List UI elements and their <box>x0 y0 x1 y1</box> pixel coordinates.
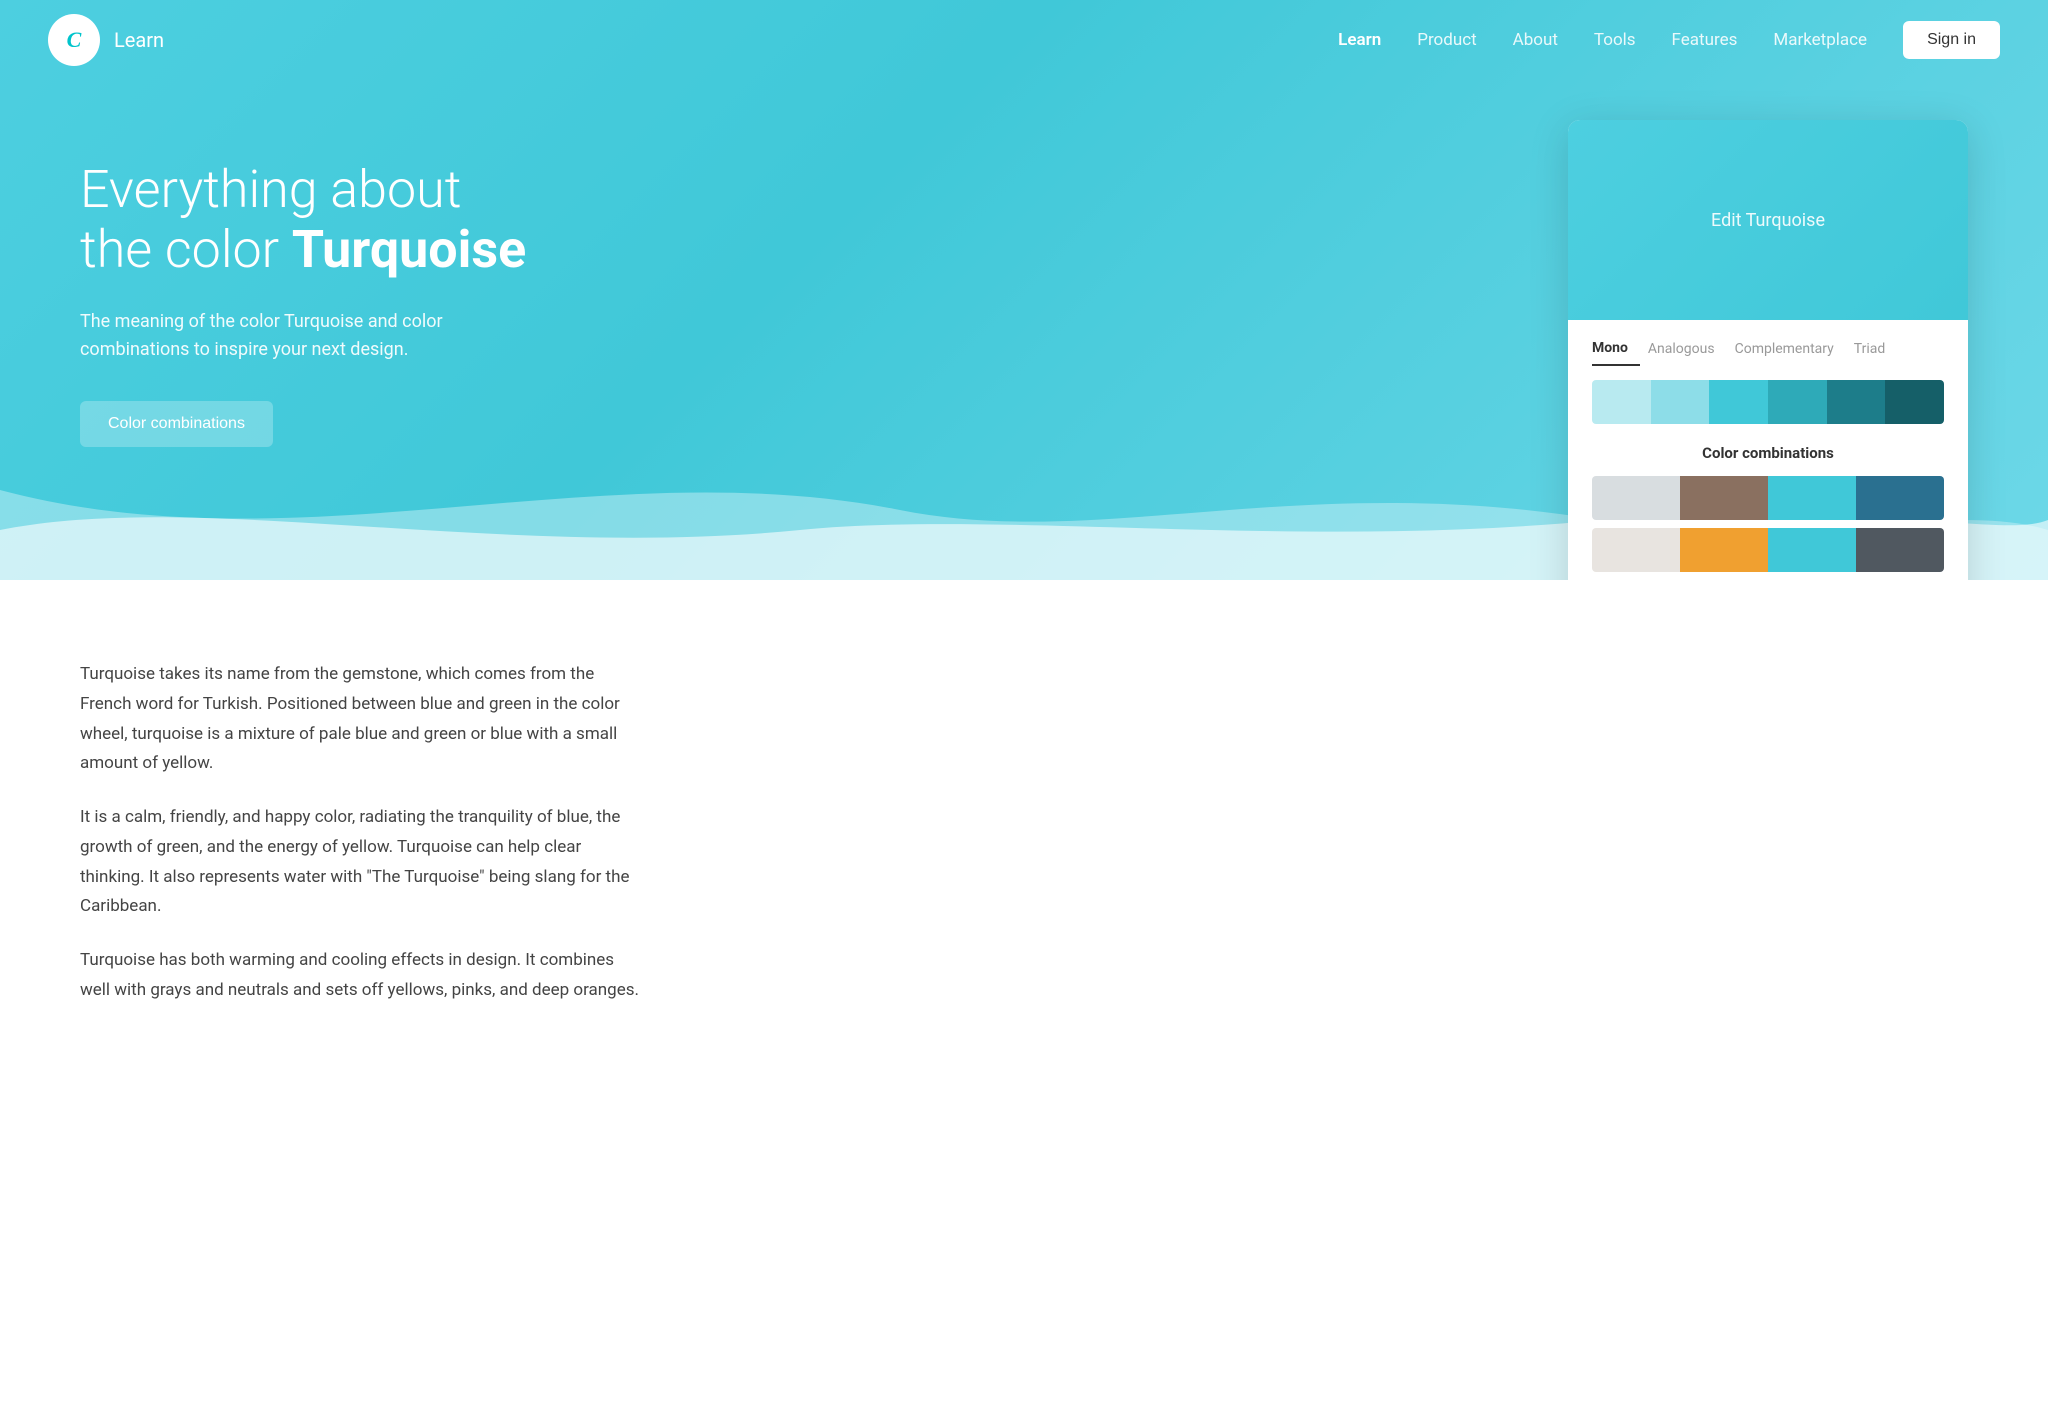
article-section: Turquoise takes its name from the gemsto… <box>0 580 720 1090</box>
mono-swatch-2 <box>1651 380 1710 424</box>
article-paragraph-3: Turquoise has both warming and cooling e… <box>80 946 640 1006</box>
tab-mono[interactable]: Mono <box>1592 340 1640 366</box>
nav-item-marketplace[interactable]: Marketplace <box>1773 30 1867 50</box>
nav-item-about[interactable]: About <box>1513 30 1558 50</box>
mono-tabs: Mono Analogous Complementary Triad <box>1592 340 1944 366</box>
logo-text: C <box>67 27 82 53</box>
nav-item-features[interactable]: Features <box>1672 30 1738 50</box>
hero-title-line1: Everything about <box>80 159 461 220</box>
color-card: Edit Turquoise Mono Analogous Complement… <box>1568 120 1968 580</box>
combo-1-swatch-1 <box>1592 476 1680 520</box>
mono-swatch-4 <box>1768 380 1827 424</box>
combo-1-swatch-3 <box>1768 476 1856 520</box>
combo-title: Color combinations <box>1592 444 1944 462</box>
nav-item-product[interactable]: Product <box>1417 30 1476 50</box>
nav-item-learn[interactable]: Learn <box>1338 30 1381 50</box>
combo-2-swatch-4 <box>1856 528 1944 572</box>
article-paragraph-2: It is a calm, friendly, and happy color,… <box>80 803 640 922</box>
combo-2-swatch-2 <box>1680 528 1768 572</box>
logo-learn-label: Learn <box>114 28 164 52</box>
logo-area: C Learn <box>48 14 164 66</box>
combo-row-1 <box>1592 476 1944 520</box>
hero-title: Everything about the color Turquoise <box>80 160 526 280</box>
hero-content: Everything about the color Turquoise The… <box>0 100 606 507</box>
canva-logo[interactable]: C <box>48 14 100 66</box>
combo-2-swatch-3 <box>1768 528 1856 572</box>
card-header-text: Edit Turquoise <box>1711 210 1825 231</box>
hero-section: Everything about the color Turquoise The… <box>0 0 2048 580</box>
combo-2-swatch-1 <box>1592 528 1680 572</box>
combo-row-2 <box>1592 528 1944 572</box>
tab-complementary[interactable]: Complementary <box>1735 341 1846 365</box>
tab-analogous[interactable]: Analogous <box>1648 341 1727 365</box>
mono-swatches <box>1592 380 1944 424</box>
combo-1-swatch-2 <box>1680 476 1768 520</box>
mono-swatch-3 <box>1709 380 1768 424</box>
article-paragraph-1: Turquoise takes its name from the gemsto… <box>80 660 640 779</box>
mono-swatch-6 <box>1885 380 1944 424</box>
navbar: C Learn Learn Product About Tools Featur… <box>0 0 2048 80</box>
combo-1-swatch-4 <box>1856 476 1944 520</box>
signin-button[interactable]: Sign in <box>1903 21 2000 59</box>
card-header: Edit Turquoise <box>1568 120 1968 320</box>
nav-item-tools[interactable]: Tools <box>1594 30 1636 50</box>
mono-swatch-1 <box>1592 380 1651 424</box>
hero-title-bold: Turquoise <box>292 219 526 280</box>
color-combinations-button[interactable]: Color combinations <box>80 401 273 447</box>
hero-description: The meaning of the color Turquoise and c… <box>80 308 500 366</box>
nav-links: Learn Product About Tools Features Marke… <box>1338 30 1867 50</box>
combo-rows <box>1592 476 1944 580</box>
mono-swatch-5 <box>1827 380 1886 424</box>
tab-triad[interactable]: Triad <box>1854 341 1898 365</box>
card-body: Mono Analogous Complementary Triad Color… <box>1568 320 1968 580</box>
hero-title-line2: the color <box>80 219 292 280</box>
